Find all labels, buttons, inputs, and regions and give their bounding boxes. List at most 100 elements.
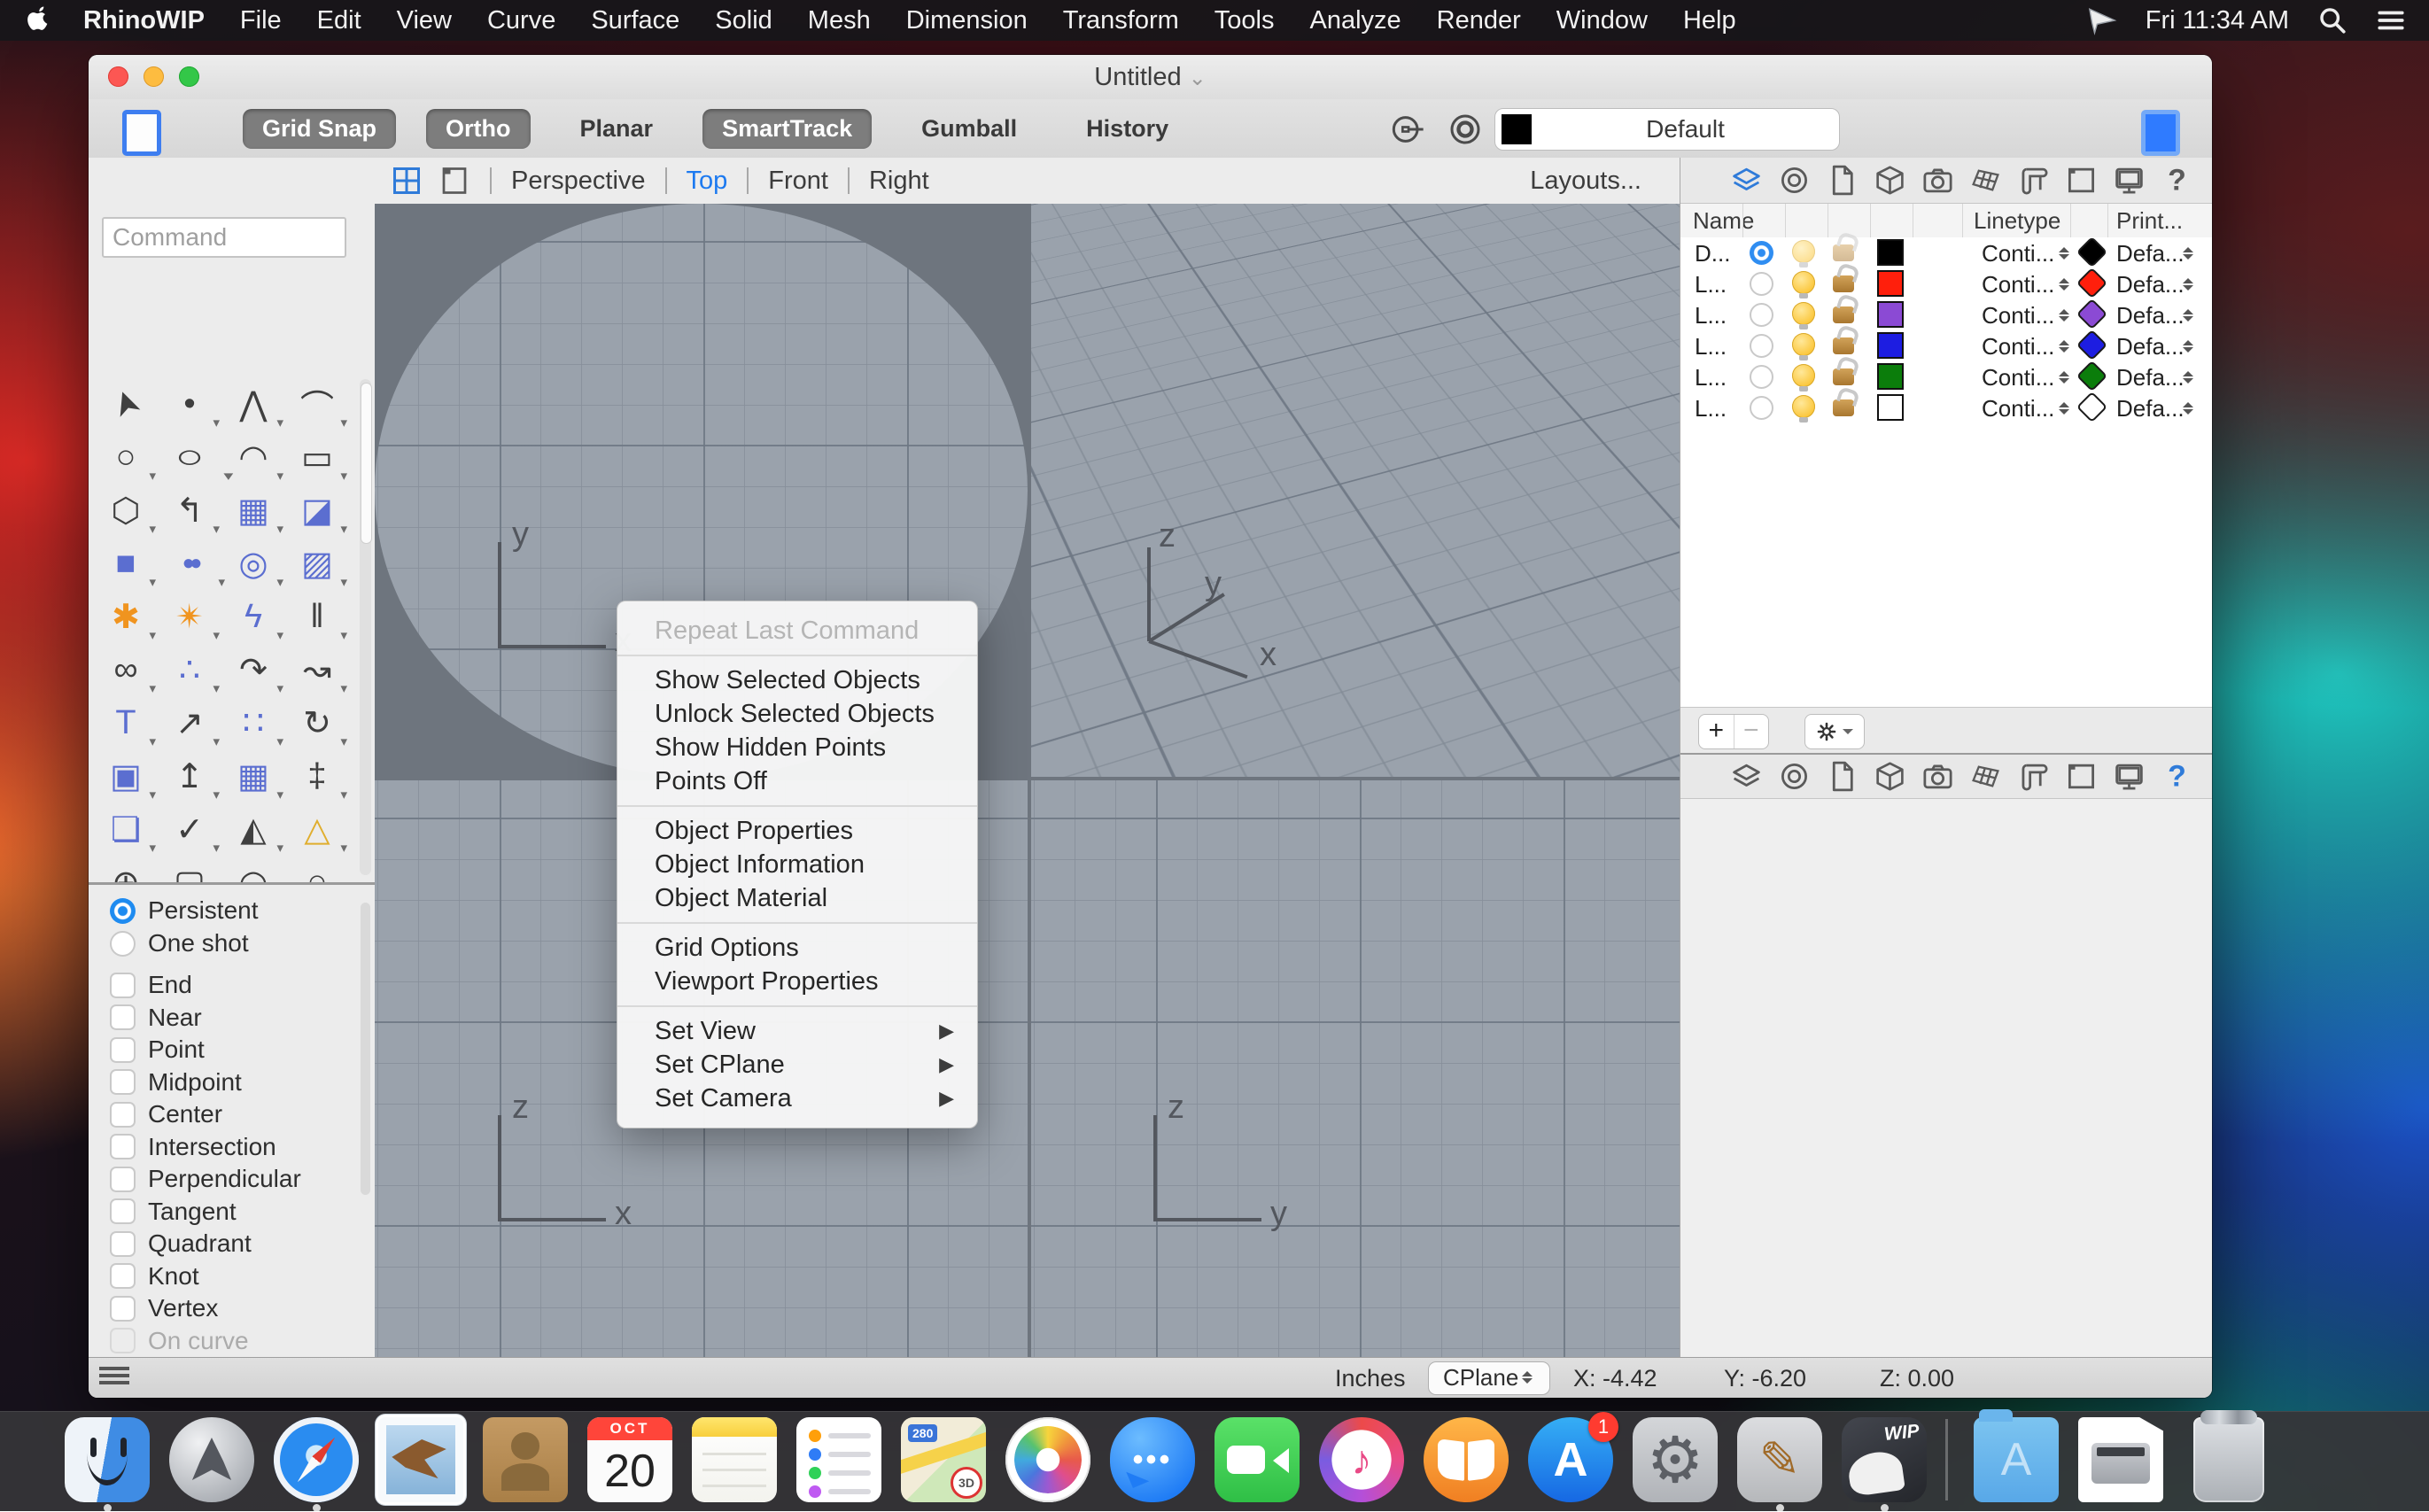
menubar-item[interactable]: View bbox=[397, 6, 452, 35]
toggle-button[interactable]: Ortho bbox=[426, 109, 531, 149]
osnap-checkbox-row[interactable]: Midpoint bbox=[110, 1067, 242, 1097]
units-label[interactable]: Inches bbox=[1335, 1365, 1406, 1392]
menubar-item[interactable]: Window bbox=[1556, 6, 1648, 35]
camera-panel-icon[interactable] bbox=[1921, 760, 1954, 793]
monitor-panel-icon[interactable] bbox=[2113, 164, 2146, 197]
menubar-item[interactable]: Mesh bbox=[808, 6, 871, 35]
layouts-button[interactable]: Layouts... bbox=[1530, 167, 1641, 196]
selection-tool-icon[interactable]: ▢ bbox=[158, 856, 221, 884]
layer-linetype[interactable]: Conti... bbox=[1982, 240, 2054, 268]
layer-lock-icon[interactable] bbox=[1833, 399, 1854, 416]
layer-lock-icon[interactable] bbox=[1833, 368, 1854, 385]
layer-color-swatch[interactable] bbox=[1877, 239, 1904, 266]
layer-row[interactable]: L... Conti... Defa... bbox=[1680, 392, 2212, 423]
print-color-diamond[interactable] bbox=[2076, 330, 2107, 361]
layer-color-swatch[interactable] bbox=[1877, 363, 1904, 390]
layer-visibility-bulb-icon[interactable] bbox=[1792, 395, 1815, 418]
checkbox-control[interactable] bbox=[110, 1134, 136, 1159]
trim-tool-icon[interactable]: ϟ bbox=[221, 590, 285, 643]
viewport-tab[interactable]: Perspective bbox=[511, 167, 646, 196]
current-layer-radio[interactable] bbox=[1750, 334, 1773, 358]
gumball-icon[interactable] bbox=[1391, 112, 1426, 147]
notification-center-icon[interactable] bbox=[2376, 5, 2406, 35]
osnap-checkbox-row[interactable]: Knot bbox=[110, 1261, 199, 1291]
osnap-checkbox-row[interactable]: On curve bbox=[110, 1326, 249, 1356]
layer-visibility-bulb-icon[interactable] bbox=[1792, 333, 1815, 356]
checkbox-control[interactable] bbox=[110, 1004, 136, 1030]
checkbox-control[interactable] bbox=[110, 973, 136, 998]
layer-name[interactable]: L... bbox=[1695, 364, 1727, 392]
current-layer-radio[interactable] bbox=[1750, 365, 1773, 389]
layer-print-width[interactable]: Defa... bbox=[2116, 240, 2185, 268]
grid-panel-icon[interactable] bbox=[1969, 760, 2002, 793]
toggle-button[interactable]: Gumball bbox=[902, 109, 1036, 149]
layer-color-swatch[interactable] bbox=[1877, 301, 1904, 328]
menubar-item[interactable]: Analyze bbox=[1309, 6, 1401, 35]
circle-2-tool-icon[interactable]: ○ bbox=[285, 856, 349, 884]
menubar-item[interactable]: Surface bbox=[591, 6, 679, 35]
array-tool-icon[interactable]: ▦ bbox=[221, 749, 285, 803]
context-menu-item[interactable]: Grid Options bbox=[617, 931, 977, 965]
dock-rhino-icon[interactable]: WIP bbox=[1832, 1417, 1936, 1512]
menubar-item[interactable]: Curve bbox=[487, 6, 555, 35]
four-viewport-layout-icon[interactable] bbox=[391, 165, 423, 197]
point-cloud-tool-icon[interactable]: ∴ bbox=[158, 643, 221, 696]
viewport-perspective[interactable]: z y x bbox=[1031, 204, 1680, 777]
osnap-checkbox-row[interactable]: End bbox=[110, 970, 192, 1000]
revolve-tool-icon[interactable]: ◎ bbox=[221, 537, 285, 590]
layer-row[interactable]: L... Conti... Defa... bbox=[1680, 361, 2212, 392]
context-menu-item[interactable]: Unlock Selected Objects bbox=[617, 697, 977, 731]
grid-panel-icon[interactable] bbox=[1969, 164, 2002, 197]
align-tool-icon[interactable]: ∷ bbox=[221, 696, 285, 749]
tool-palette-scrollbar[interactable] bbox=[360, 379, 371, 875]
osnap-checkbox-row[interactable]: Perpendicular bbox=[110, 1164, 301, 1194]
print-stepper[interactable] bbox=[2182, 336, 2194, 357]
print-stepper[interactable] bbox=[2182, 398, 2194, 419]
dock-calendar-icon[interactable]: OCT20 bbox=[578, 1417, 682, 1512]
checkbox-control[interactable] bbox=[110, 1167, 136, 1192]
titlebar[interactable]: Untitled⌄ bbox=[89, 55, 2212, 100]
menubar-clock[interactable]: Fri 11:34 AM bbox=[2146, 6, 2289, 35]
menubar-item[interactable]: Transform bbox=[1063, 6, 1179, 35]
checkbox-control[interactable] bbox=[110, 1296, 136, 1322]
layer-linetype[interactable]: Conti... bbox=[1982, 395, 2054, 423]
current-layer-radio[interactable] bbox=[1750, 272, 1773, 296]
dock-facetime-icon[interactable] bbox=[1205, 1417, 1309, 1512]
cplane-dropdown[interactable]: CPlane bbox=[1428, 1361, 1550, 1395]
checkbox-control[interactable] bbox=[110, 1198, 136, 1224]
layer-print-width[interactable]: Defa... bbox=[2116, 395, 2185, 423]
linetype-stepper[interactable] bbox=[2058, 274, 2070, 295]
osnap-checkbox-row[interactable]: Quadrant bbox=[110, 1229, 252, 1259]
dock-mail-icon[interactable] bbox=[369, 1417, 473, 1512]
print-color-diamond[interactable] bbox=[2076, 299, 2107, 330]
toggle-button[interactable]: SmartTrack bbox=[702, 109, 872, 149]
context-menu-item[interactable]: Repeat Last Command bbox=[617, 614, 977, 647]
dock-launchpad-icon[interactable] bbox=[159, 1417, 264, 1512]
solid-edit-tool-icon[interactable]: ▣ bbox=[94, 749, 158, 803]
menubar-item[interactable]: File bbox=[240, 6, 282, 35]
page-panel-icon[interactable] bbox=[1826, 164, 1859, 197]
layer-name[interactable]: L... bbox=[1695, 395, 1727, 423]
text-tool-icon[interactable]: T bbox=[94, 696, 158, 749]
dock-photos-icon[interactable] bbox=[996, 1417, 1100, 1512]
check-tool-icon[interactable]: ✓ bbox=[158, 803, 221, 856]
print-color-diamond[interactable] bbox=[2076, 392, 2107, 423]
layers-panel-icon[interactable] bbox=[1730, 760, 1763, 793]
copy-tool-icon[interactable]: ❏ bbox=[94, 803, 158, 856]
current-layer-radio[interactable] bbox=[1750, 241, 1773, 265]
viewport-tab[interactable]: Top bbox=[687, 167, 728, 196]
linetype-stepper[interactable] bbox=[2058, 367, 2070, 388]
osnap-checkbox-row[interactable]: Vertex bbox=[110, 1293, 218, 1323]
linetype-stepper[interactable] bbox=[2058, 336, 2070, 357]
dock-apptools-icon[interactable]: ✎ bbox=[1727, 1417, 1832, 1512]
column-name[interactable]: Name bbox=[1693, 207, 1754, 235]
menubar-status-icon[interactable] bbox=[2087, 5, 2117, 35]
context-menu-item[interactable]: Viewport Properties bbox=[617, 965, 977, 998]
menubar-item[interactable]: Edit bbox=[317, 6, 361, 35]
layer-row[interactable]: L... Conti... Defa... bbox=[1680, 299, 2212, 330]
box-panel-icon[interactable] bbox=[1874, 760, 1906, 793]
add-layer-button[interactable]: + bbox=[1699, 715, 1734, 748]
donut-panel-icon[interactable] bbox=[1778, 760, 1811, 793]
scroll-panel-icon[interactable] bbox=[2017, 164, 2050, 197]
context-menu-item[interactable]: Object Material bbox=[617, 881, 977, 915]
